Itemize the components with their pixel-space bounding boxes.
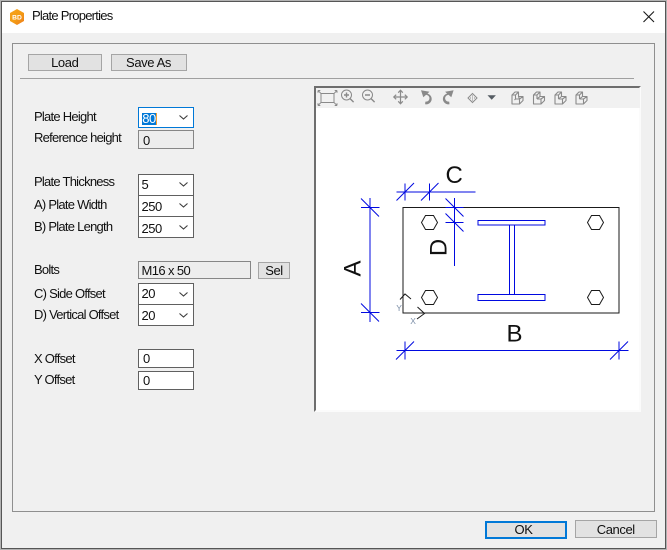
svg-text:C: C xyxy=(445,162,462,189)
svg-text:B: B xyxy=(506,321,522,348)
svg-text:D: D xyxy=(425,239,452,256)
svg-text:Y: Y xyxy=(396,303,402,313)
svg-text:A: A xyxy=(339,260,366,276)
svg-text:BD: BD xyxy=(12,15,22,22)
svg-text:X: X xyxy=(410,316,416,326)
